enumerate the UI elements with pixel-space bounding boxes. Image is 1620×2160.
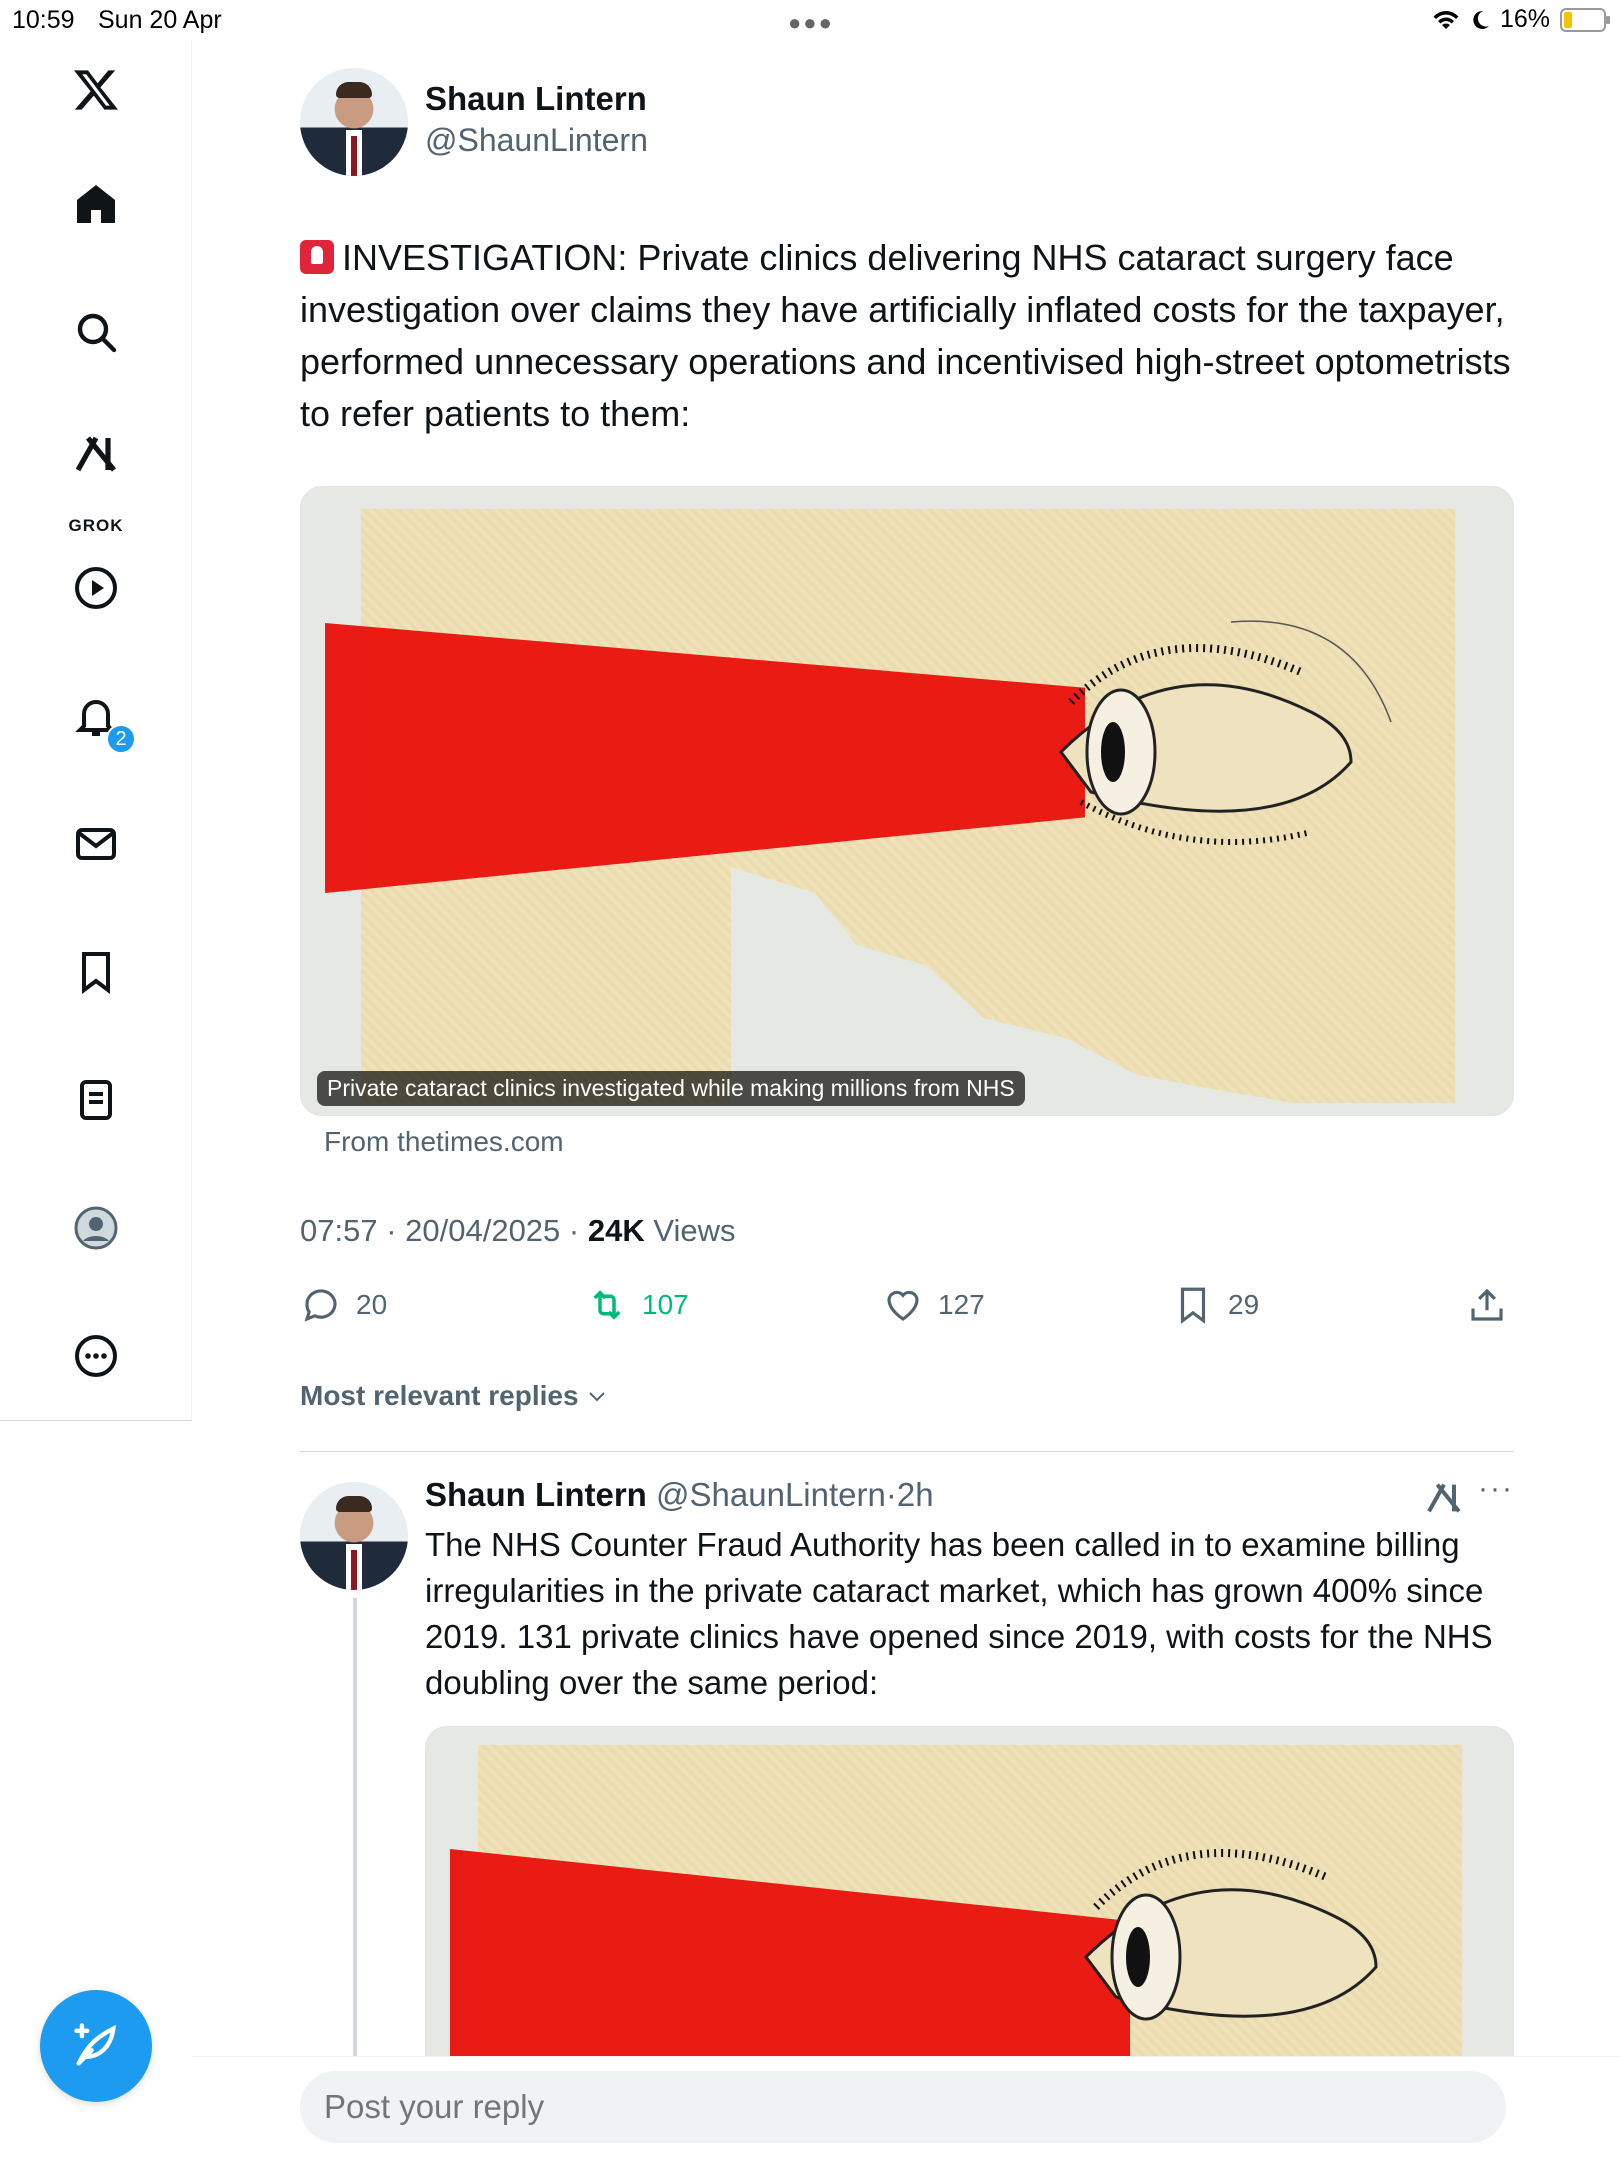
compose-post-button[interactable] (40, 1990, 152, 2102)
grok-icon[interactable] (66, 424, 126, 484)
grok-label: GROK (68, 516, 124, 535)
author-name[interactable]: Shaun Lintern (425, 80, 647, 118)
eye-illustration-icon (1084, 1849, 1378, 2021)
bookmark-icon (1180, 1287, 1206, 1324)
link-card[interactable]: Private cataract clinics investigated wh… (300, 486, 1514, 1116)
replies-sort-dropdown[interactable]: Most relevant replies (300, 1380, 609, 1412)
sidebar-divider (0, 1420, 192, 1421)
heart-icon (887, 1290, 919, 1321)
replies-sort-label: Most relevant replies (300, 1380, 579, 1411)
battery-icon (1560, 7, 1610, 32)
wifi-icon (1433, 10, 1459, 29)
video-icon[interactable] (66, 558, 126, 618)
reply-text: The NHS Counter Fraud Authority has been… (425, 1526, 1493, 1701)
tweet-date[interactable]: 20/04/2025 (405, 1213, 560, 1248)
grok-icon[interactable] (1424, 1478, 1464, 1518)
repost-button[interactable]: 107 (586, 1284, 689, 1326)
card-source[interactable]: From thetimes.com (324, 1126, 564, 1158)
views-label: Views (653, 1213, 736, 1248)
share-button[interactable] (1466, 1284, 1508, 1326)
bookmark-button[interactable]: 29 (1172, 1284, 1259, 1326)
tweet-meta: 07:57 · 20/04/2025 · 24K Views (300, 1213, 736, 1248)
reply-author-handle[interactable]: @ShaunLintern (656, 1476, 886, 1513)
x-logo-icon[interactable] (66, 60, 126, 120)
more-options-icon[interactable] (66, 1326, 126, 1386)
tweet-actions: 20 107 127 29 (300, 1284, 1514, 1332)
battery-percent: 16% (1499, 5, 1550, 33)
notifications-badge: 2 (106, 724, 136, 754)
section-divider (300, 1451, 1514, 1452)
status-time: 10:59 (12, 6, 75, 34)
reply-age[interactable]: 2h (897, 1476, 934, 1513)
search-icon[interactable] (66, 302, 126, 362)
tweet-time[interactable]: 07:57 (300, 1213, 378, 1248)
thread-line (353, 1598, 357, 2058)
reply-composer-bar (192, 2056, 1620, 2160)
views-count: 24K (587, 1213, 645, 1248)
profile-icon[interactable] (66, 1198, 126, 1258)
card-caption: Private cataract clinics investigated wh… (317, 1071, 1025, 1106)
like-button[interactable]: 127 (882, 1284, 985, 1326)
repost-count: 107 (642, 1289, 689, 1320)
reply-input[interactable] (300, 2071, 1506, 2143)
compose-feather-icon (74, 2023, 116, 2066)
reply-author-avatar[interactable] (300, 1482, 408, 1590)
reply-author-name[interactable]: Shaun Lintern (425, 1476, 647, 1513)
home-icon[interactable] (66, 174, 126, 234)
status-date: Sun 20 Apr (98, 6, 222, 34)
multitask-dots-icon[interactable]: ●●● (788, 10, 834, 36)
chevron-down-icon (588, 1392, 605, 1402)
tweet-body: INVESTIGATION: Private clinics deliverin… (300, 237, 1511, 434)
moon-icon (1473, 10, 1489, 29)
sidebar: GROK 2 (0, 40, 192, 1420)
author-avatar[interactable] (300, 68, 408, 176)
reply-header: Shaun Lintern @ShaunLintern·2h (425, 1476, 934, 1514)
reply-media-card[interactable] (425, 1726, 1514, 2056)
like-count: 127 (938, 1289, 985, 1320)
reply-button[interactable]: 20 (300, 1284, 387, 1326)
author-handle[interactable]: @ShaunLintern (425, 122, 648, 159)
rotating-light-emoji-icon (300, 240, 334, 274)
more-icon[interactable]: ··· (1478, 1472, 1514, 1506)
messages-icon[interactable] (66, 814, 126, 874)
eye-illustration-icon (1059, 620, 1392, 845)
status-bar: 10:59 Sun 20 Apr ●●● 16% (0, 0, 1620, 40)
separator-dot: · (885, 1476, 897, 1513)
tweet-text: INVESTIGATION: Private clinics deliverin… (300, 232, 1520, 440)
repost-icon (593, 1290, 621, 1320)
share-icon (1471, 1288, 1503, 1321)
reply-count: 20 (356, 1289, 388, 1320)
bookmarks-icon[interactable] (66, 942, 126, 1002)
reply-icon (304, 1289, 337, 1322)
bookmark-count: 29 (1228, 1289, 1260, 1320)
lists-icon[interactable] (66, 1070, 126, 1130)
